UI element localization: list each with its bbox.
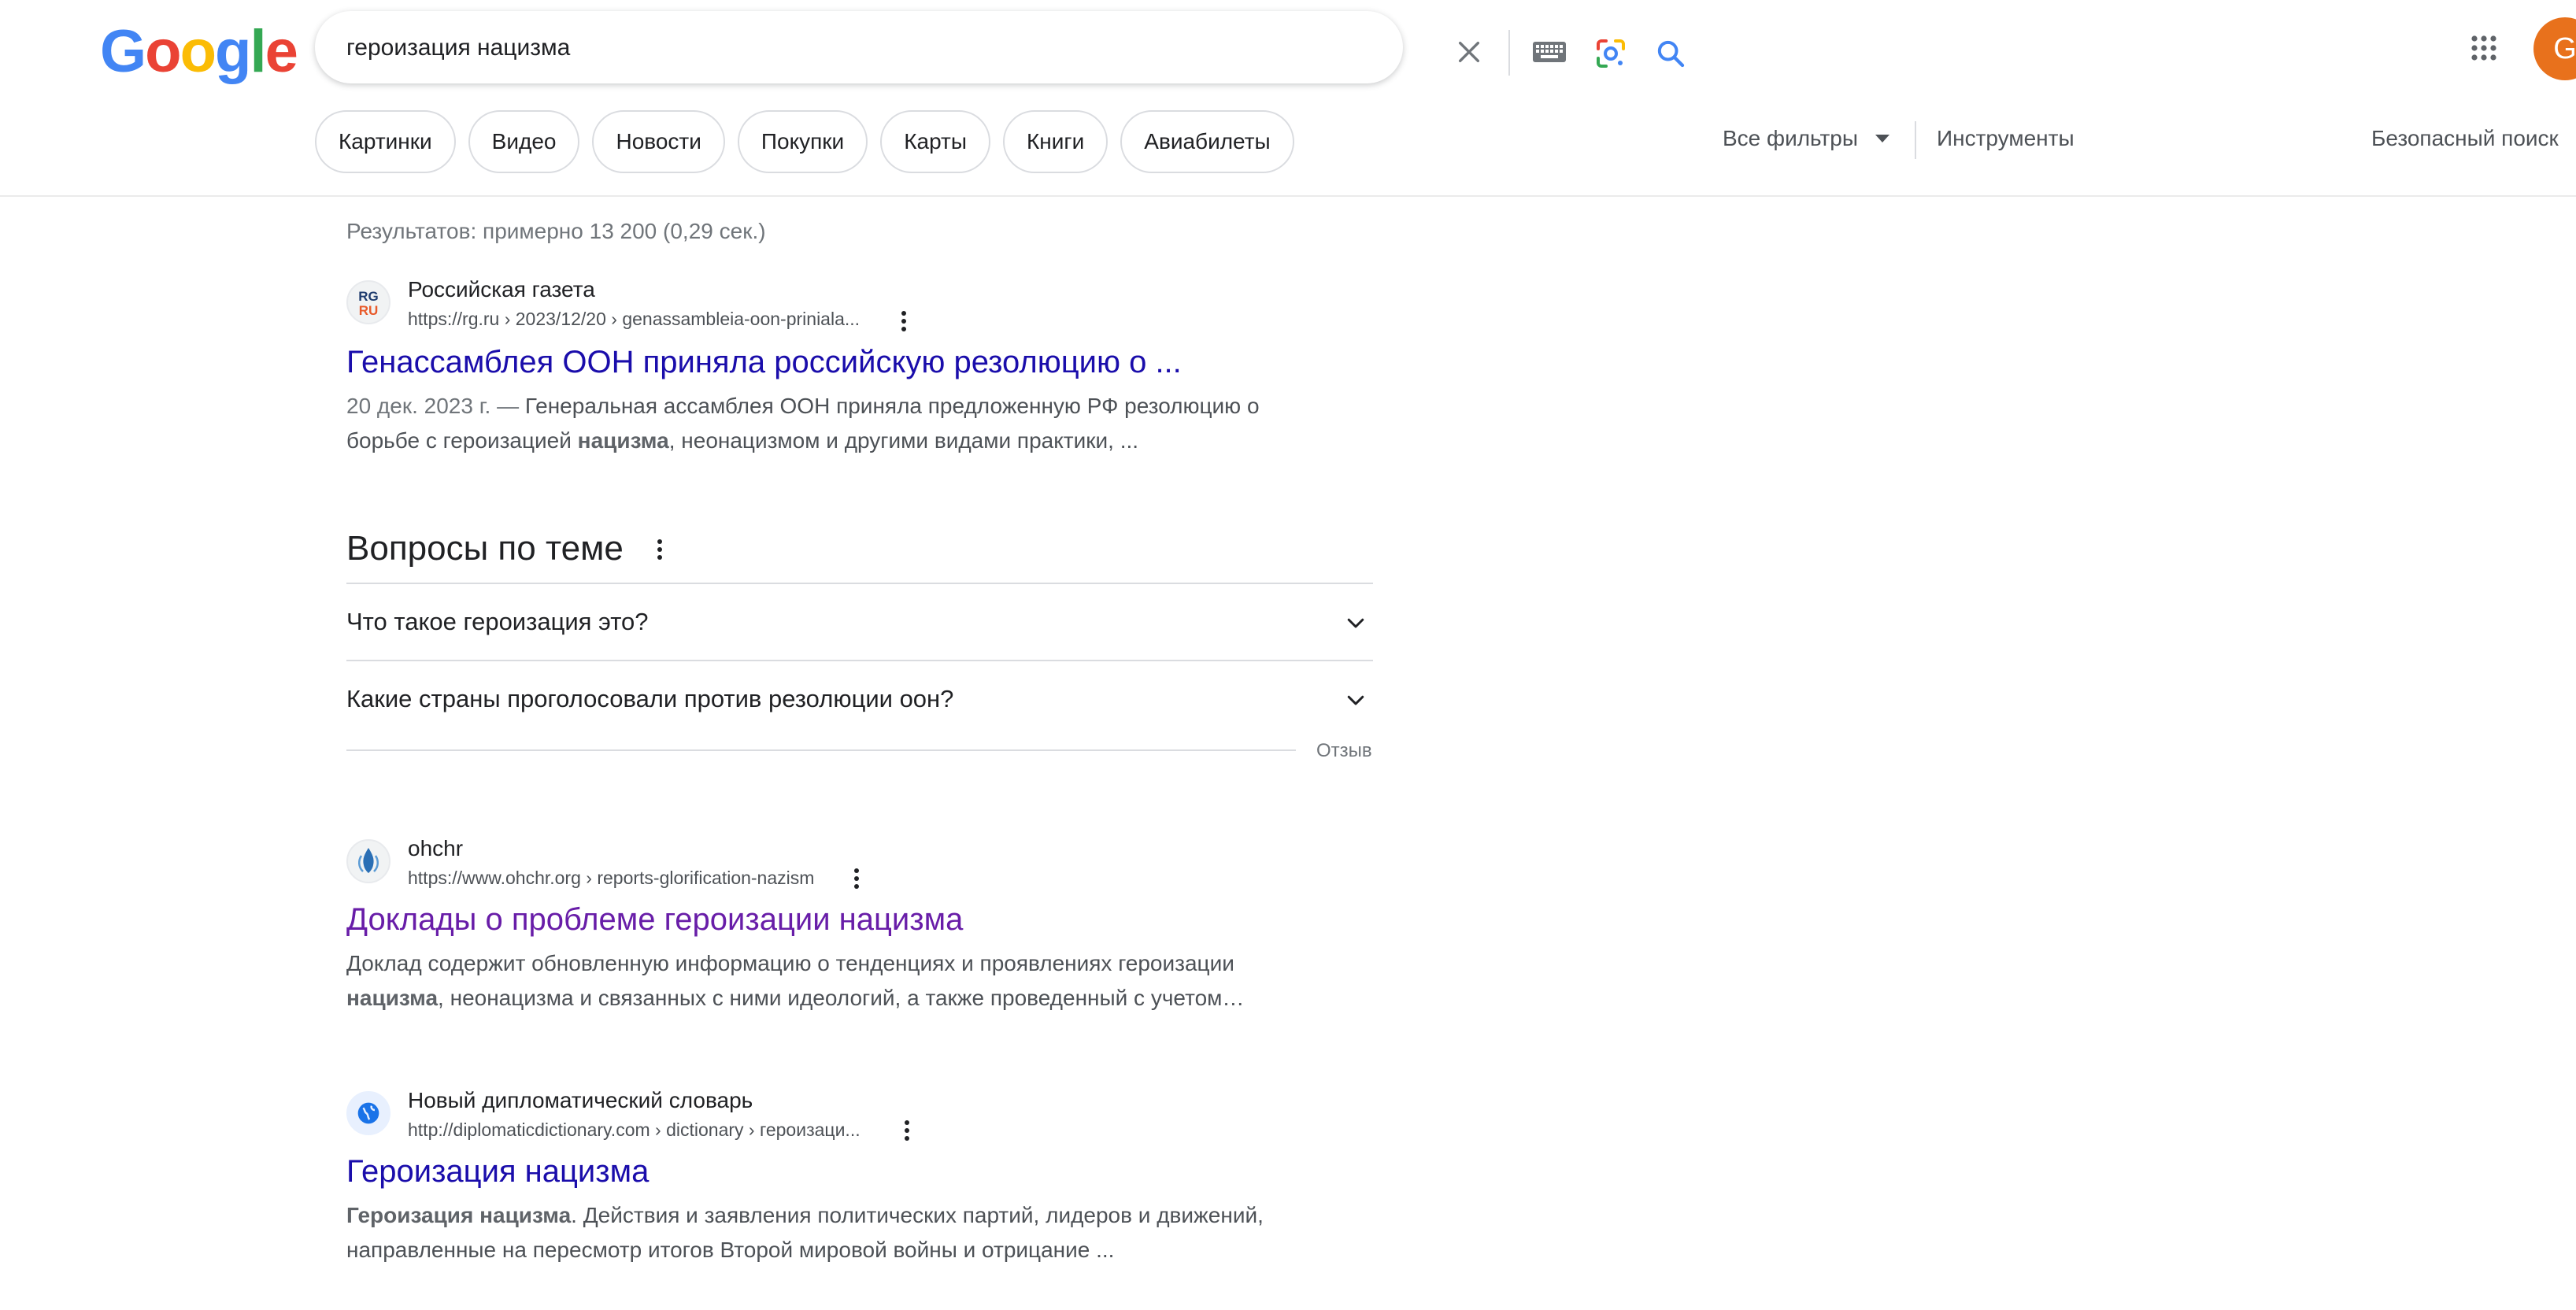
logo-letter: e [265, 18, 298, 85]
search-divider [1508, 30, 1510, 76]
header-divider [0, 195, 2576, 197]
svg-text:RU: RU [359, 303, 379, 318]
logo-letter: o [180, 18, 217, 85]
logo-letter: l [250, 18, 266, 85]
paa-divider [346, 749, 1296, 751]
site-name[interactable]: Российская газета [408, 277, 595, 302]
snippet-highlight: нацизма [577, 428, 669, 453]
more-options-icon[interactable] [898, 1115, 916, 1146]
all-filters-button[interactable]: Все фильтры [1723, 126, 1889, 151]
result-stats: Результатов: примерно 13 200 (0,29 сек.) [346, 219, 766, 243]
paa-question[interactable]: Какие страны проголосовали против резолю… [346, 685, 953, 713]
logo-letter: G [100, 18, 146, 85]
tools-button[interactable]: Инструменты [1937, 126, 2074, 151]
chip-shopping[interactable]: Покупки [737, 110, 868, 173]
result-snippet: Доклад содержит обновленную информацию о… [346, 946, 1275, 1016]
paa-divider [346, 660, 1373, 661]
logo-letter: g [215, 18, 251, 85]
result-title-link[interactable]: Доклады о проблеме героизации нацизма [346, 902, 963, 938]
search-input[interactable] [346, 35, 1118, 61]
feedback-link[interactable]: Отзыв [1316, 740, 1372, 762]
caret-down-icon [1875, 135, 1889, 142]
paa-divider [346, 583, 1373, 584]
result-snippet: Героизация нацизма. Действия и заявления… [346, 1198, 1275, 1267]
site-url[interactable]: https://www.ohchr.org › reports-glorific… [408, 868, 814, 889]
result-snippet: 20 дек. 2023 г. — Генеральная ассамблея … [346, 389, 1275, 458]
result-date: 20 дек. 2023 г. — [346, 394, 520, 418]
snippet-text: , неонацизмом и другими видами практики,… [668, 428, 1139, 453]
chevron-down-icon[interactable] [1342, 609, 1370, 637]
svg-text:RG: RG [358, 289, 379, 304]
paa-title: Вопросы по теме [346, 529, 624, 568]
site-url[interactable]: https://rg.ru › 2023/12/20 › genassamble… [408, 309, 860, 330]
chevron-down-icon[interactable] [1342, 686, 1370, 714]
chip-books[interactable]: Книги [1003, 110, 1108, 173]
snippet-highlight: нацизма [346, 986, 439, 1010]
safe-search-button[interactable]: Безопасный поиск [2371, 126, 2559, 151]
result-title-link[interactable]: Генассамблея ООН приняла российскую резо… [346, 345, 1182, 380]
favicon-ohchr[interactable] [346, 839, 390, 883]
more-options-icon[interactable] [894, 305, 913, 337]
snippet-text: , неонацизма и связанных с ними идеологи… [438, 986, 1245, 1010]
chip-maps[interactable]: Карты [880, 110, 990, 173]
paa-more-options-icon[interactable] [650, 534, 669, 565]
snippet-highlight: Героизация нацизма [346, 1203, 572, 1227]
snippet-text: Доклад содержит обновленную информацию о… [346, 951, 1234, 975]
favicon-globe[interactable] [346, 1091, 390, 1135]
logo-letter: o [145, 18, 181, 85]
chip-news[interactable]: Новости [592, 110, 725, 173]
chip-images[interactable]: Картинки [315, 110, 456, 173]
site-url[interactable]: http://diplomaticdictionary.com › dictio… [408, 1119, 861, 1141]
google-lens-icon[interactable] [1589, 31, 1633, 76]
search-type-chips: Картинки Видео Новости Покупки Карты Кни… [315, 110, 1294, 173]
chip-videos[interactable]: Видео [468, 110, 580, 173]
favicon-rg[interactable]: RG RU [346, 280, 390, 324]
filters-divider [1915, 121, 1916, 159]
paa-question[interactable]: Что такое героизация это? [346, 608, 649, 636]
clear-icon[interactable] [1449, 31, 1490, 72]
search-box [315, 11, 1685, 83]
keyboard-icon[interactable] [1527, 36, 1571, 68]
search-icon[interactable] [1649, 31, 1693, 76]
apps-grid-icon[interactable] [2464, 28, 2504, 68]
site-name[interactable]: Новый дипломатический словарь [408, 1088, 753, 1113]
more-options-icon[interactable] [847, 863, 866, 894]
google-logo[interactable]: Google [100, 18, 298, 85]
chip-flights[interactable]: Авиабилеты [1120, 110, 1294, 173]
site-name[interactable]: ohchr [408, 836, 463, 861]
account-avatar[interactable]: G [2533, 17, 2576, 80]
result-title-link[interactable]: Героизация нацизма [346, 1154, 649, 1190]
all-filters-label: Все фильтры [1723, 126, 1858, 150]
